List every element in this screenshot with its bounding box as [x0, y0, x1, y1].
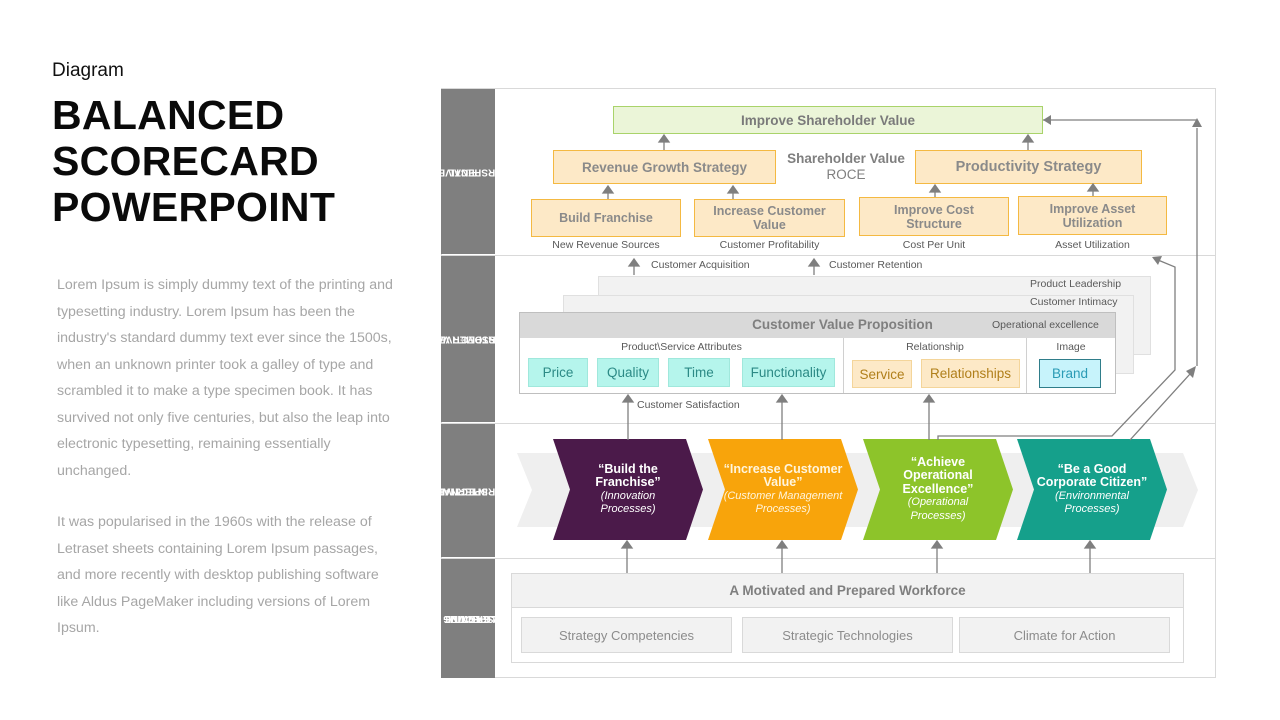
process-label: “Be a Good Corporate Citizen” (Environment… [1025, 461, 1159, 517]
arrow-up-icon [621, 393, 635, 403]
process-subtitle-line: (Environmental [1055, 489, 1129, 502]
process-title-line: Value” [763, 475, 803, 489]
arrow-up-icon [657, 133, 671, 143]
arrow-up-icon [775, 539, 789, 549]
diagram-graphics [517, 115, 1202, 573]
process-subtitle-line: Processes) [1064, 503, 1120, 515]
process-label: “Achieve Operational Excellence” (Operation… [871, 454, 1005, 524]
arrow-up-icon [627, 257, 641, 267]
arrow-up-icon [1083, 539, 1097, 549]
process-title-line: “Be a Good [1057, 461, 1127, 476]
arrow-up-icon [1086, 182, 1100, 192]
arrow-up-icon [601, 184, 615, 194]
process-subtitle-line: (Customer Management [723, 489, 843, 502]
process-subtitle-line: Processes) [755, 503, 811, 515]
process-title-line: Franchise” [595, 475, 661, 489]
process-title-line: “Increase Customer [723, 461, 843, 476]
process-title-line: Corporate Citizen” [1036, 475, 1148, 489]
process-title-line: Excellence” [902, 481, 974, 496]
feedback-connectors [937, 119, 1198, 441]
process-subtitle-line: (Operational [907, 496, 969, 509]
process-title-line: Operational [903, 468, 973, 483]
arrow-up-icon [620, 539, 634, 549]
feedback-arrowheads [1043, 115, 1202, 378]
process-label: “Increase Customer Value” (Customer Manage… [716, 461, 850, 517]
process-subtitle-line: (Innovation [600, 489, 656, 502]
arrow-up-icon [928, 183, 942, 193]
process-label: “Build the Franchise” (Innovation Processes… [561, 461, 695, 517]
arrow-up-icon [726, 184, 740, 194]
process-title-line: “Achieve [910, 454, 966, 469]
arrow-up-icon [775, 393, 789, 403]
process-subtitle-line: Processes) [600, 503, 656, 515]
process-subtitle-line: Processes) [910, 509, 966, 522]
process-title-line: “Build the [598, 461, 658, 476]
arrow-left-icon [1043, 115, 1051, 125]
arrow-up-icon [1021, 133, 1035, 143]
arrow-up-icon [807, 257, 821, 267]
arrow-up-icon [930, 539, 944, 549]
arrow-up-icon [922, 393, 936, 403]
